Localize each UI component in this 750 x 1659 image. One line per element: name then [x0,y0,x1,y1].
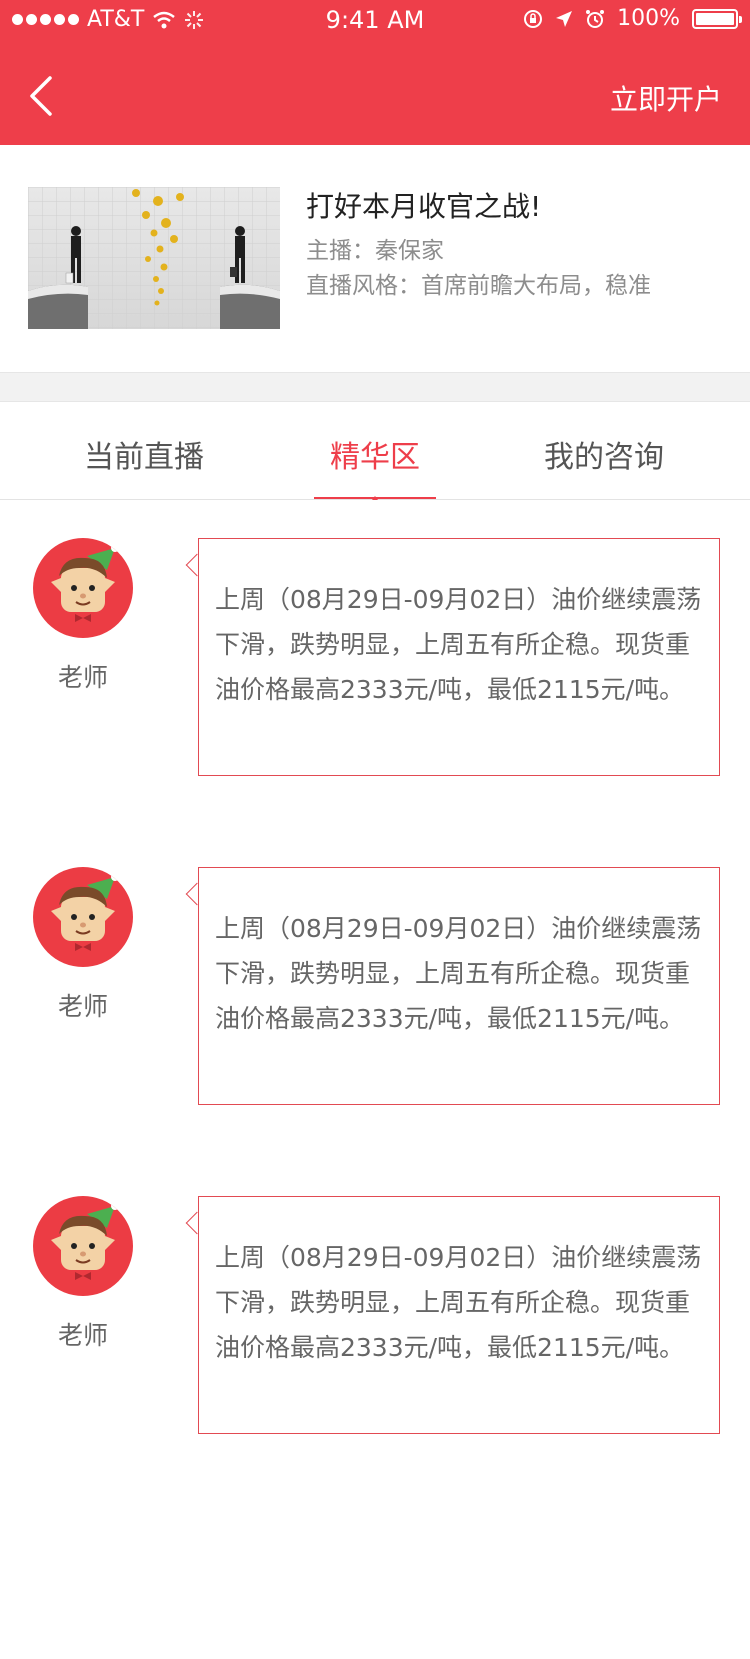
list-item: 老师 上周（08月29日-09月02日）油价继续震荡下滑，跌势明显，上周五有所企… [0,829,750,1129]
tab-bar: 当前直播 精华区 我的咨询 [0,402,750,500]
avatar[interactable] [33,538,133,638]
broadcast-title: 打好本月收官之战! [306,190,542,223]
author-name: 老师 [57,663,108,692]
alarm-icon [586,9,605,28]
status-bar: AT&T 9:41 AM 100% [0,0,750,40]
section-divider [0,372,750,402]
message-bubble: 上周（08月29日-09月02日）油价继续震荡下滑，跌势明显，上周五有所企稳。现… [198,1196,720,1434]
tab-my-consultation[interactable]: 我的咨询 [544,432,664,476]
author-name: 老师 [57,992,108,1021]
broadcast-thumbnail[interactable] [28,187,280,329]
author-name: 老师 [57,1321,108,1350]
list-item: 老师 上周（08月29日-09月02日）油价继续震荡下滑，跌势明显，上周五有所企… [0,500,750,800]
open-account-button[interactable]: 立即开户 [610,78,722,118]
rotation-lock-icon [524,9,543,28]
back-button[interactable] [24,72,64,122]
business-coins-illustration [28,187,280,329]
elf-avatar-icon [51,873,119,951]
battery-icon [692,8,742,29]
list-item: 老师 上周（08月29日-09月02日）油价继续震荡下滑，跌势明显，上周五有所企… [0,1158,750,1458]
elf-avatar-icon [51,1202,119,1280]
elf-avatar-icon [51,544,119,622]
tab-current-live[interactable]: 当前直播 [84,432,204,476]
message-bubble: 上周（08月29日-09月02日）油价继续震荡下滑，跌势明显，上周五有所企稳。现… [198,867,720,1105]
status-right: 100% [523,6,742,31]
broadcast-info: 打好本月收官之战! 主播：秦保家 直播风格：首席前瞻大布局，稳准 [0,145,750,372]
location-icon [556,10,573,27]
message-bubble: 上周（08月29日-09月02日）油价继续震荡下滑，跌势明显，上周五有所企稳。现… [198,538,720,776]
chevron-left-icon [30,76,52,116]
avatar[interactable] [33,867,133,967]
broadcast-style: 直播风格：首席前瞻大布局，稳准 [306,273,651,299]
tab-highlights[interactable]: 精华区 [330,432,420,476]
battery-percent: 100% [617,6,680,31]
broadcast-host: 主播：秦保家 [306,238,444,264]
avatar[interactable] [33,1196,133,1296]
app-header: AT&T 9:41 AM 100% 立即开户 [0,0,750,145]
